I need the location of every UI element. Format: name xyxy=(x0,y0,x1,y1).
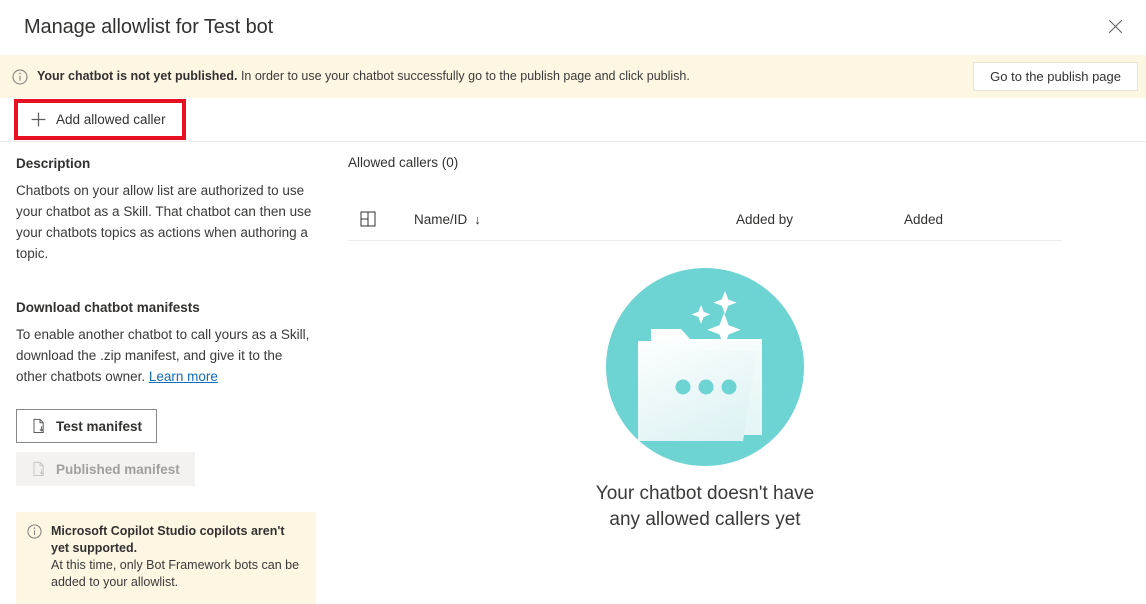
download-manifests-heading: Download chatbot manifests xyxy=(16,300,200,315)
allowed-callers-title: Allowed callers (0) xyxy=(348,155,459,170)
document-download-icon xyxy=(31,418,47,434)
download-manifests-text: To enable another chatbot to call yours … xyxy=(16,324,314,387)
column-header-name-id-label: Name/ID xyxy=(414,211,468,227)
published-manifest-label: Published manifest xyxy=(56,461,180,477)
description-heading: Description xyxy=(16,156,91,171)
support-note-text: Microsoft Copilot Studio copilots aren't… xyxy=(51,523,304,591)
test-manifest-label: Test manifest xyxy=(56,418,143,434)
command-bar: Add allowed caller xyxy=(0,98,1146,142)
support-note-banner: Microsoft Copilot Studio copilots aren't… xyxy=(16,512,316,604)
page-title: Manage allowlist for Test bot xyxy=(24,16,274,38)
empty-folder-illustration xyxy=(605,267,805,467)
empty-state: Your chatbot doesn't have any allowed ca… xyxy=(348,267,1062,533)
add-allowed-caller-label: Add allowed caller xyxy=(56,112,166,127)
published-manifest-button[interactable]: Published manifest xyxy=(16,452,195,486)
close-icon xyxy=(1108,19,1123,37)
info-circle-icon xyxy=(27,523,42,591)
close-button[interactable] xyxy=(1098,11,1132,45)
sort-descending-icon: ↓ xyxy=(474,211,481,227)
left-info-pane: Description Chatbots on your allow list … xyxy=(0,142,330,604)
column-header-added[interactable]: Added xyxy=(904,212,1062,227)
publish-banner-text: Your chatbot is not yet published. In or… xyxy=(37,68,961,85)
plus-icon xyxy=(30,111,47,128)
go-to-publish-page-button[interactable]: Go to the publish page xyxy=(973,62,1138,91)
description-text: Chatbots on your allow list are authoriz… xyxy=(16,183,312,261)
document-download-icon xyxy=(31,461,47,477)
dialog-header: Manage allowlist for Test bot xyxy=(0,0,1146,55)
publish-notification-banner: Your chatbot is not yet published. In or… xyxy=(0,55,1146,98)
empty-state-message: Your chatbot doesn't have any allowed ca… xyxy=(595,483,815,530)
learn-more-link[interactable]: Learn more xyxy=(149,369,218,384)
support-note-body: At this time, only Bot Framework bots ca… xyxy=(51,558,300,589)
support-note-title: Microsoft Copilot Studio copilots aren't… xyxy=(51,524,285,555)
column-header-name-id[interactable]: Name/ID ↓ xyxy=(414,212,736,227)
allowed-callers-table-header: Name/ID ↓ Added by Added xyxy=(348,198,1062,241)
test-manifest-button[interactable]: Test manifest xyxy=(16,409,158,443)
add-allowed-caller-highlight: Add allowed caller xyxy=(14,99,186,140)
publish-banner-rest: In order to use your chatbot successfull… xyxy=(237,69,690,84)
add-allowed-caller-button[interactable]: Add allowed caller xyxy=(22,107,178,132)
table-grid-icon[interactable] xyxy=(348,211,414,228)
dialog-body: Description Chatbots on your allow list … xyxy=(0,142,1146,604)
publish-banner-bold: Your chatbot is not yet published. xyxy=(37,69,238,84)
manifest-buttons-group: Test manifest Published manifest xyxy=(16,409,314,486)
allowed-callers-pane: Allowed callers (0) Name/ID ↓ Added by A… xyxy=(330,142,1146,533)
info-circle-icon xyxy=(12,69,28,85)
column-header-added-by[interactable]: Added by xyxy=(736,212,904,227)
